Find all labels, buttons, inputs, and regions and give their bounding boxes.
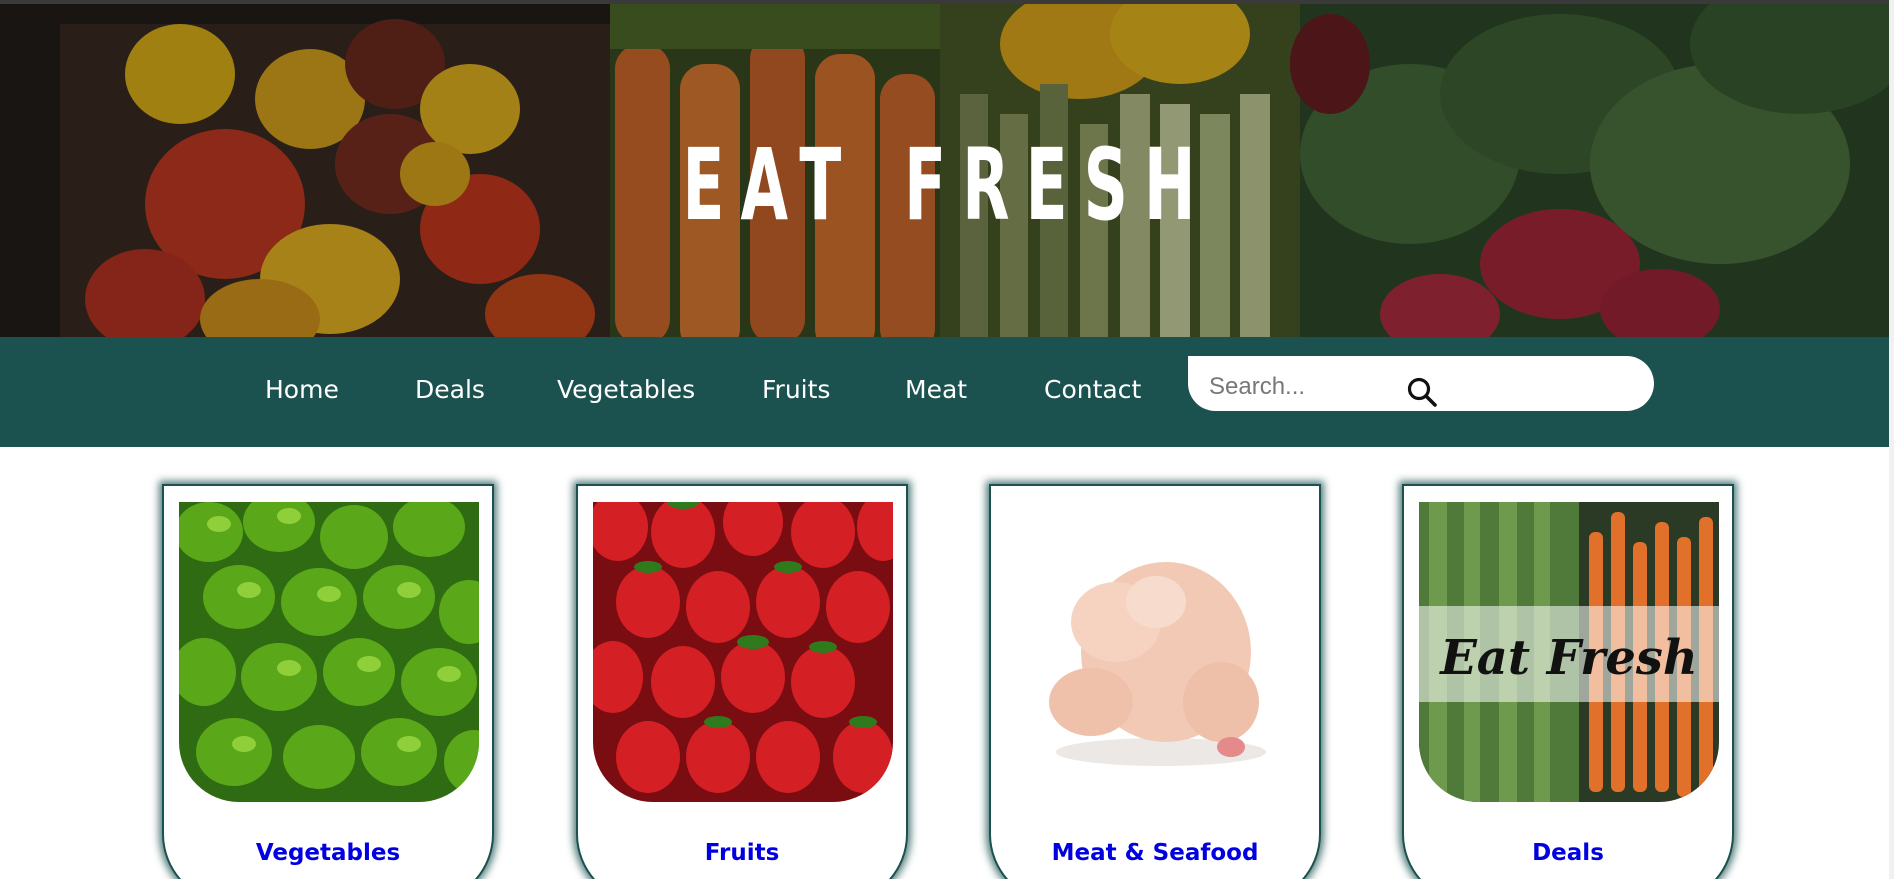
nav-link-home[interactable]: Home [265, 375, 339, 404]
hero-banner: Eat Fresh [0, 0, 1894, 337]
page: Eat Fresh Home Deals Vegetables Fruits M… [0, 0, 1894, 879]
nav-link-meat[interactable]: Meat [905, 375, 967, 404]
nav-link-deals[interactable]: Deals [415, 375, 485, 404]
deals-banner-text: Eat Fresh [1438, 630, 1698, 686]
eat-fresh-produce-image: Eat Fresh [1419, 502, 1719, 802]
card-label[interactable]: Deals [1404, 840, 1732, 866]
card-label[interactable]: Meat & Seafood [991, 840, 1319, 866]
search-icon[interactable] [1406, 376, 1438, 408]
card-label[interactable]: Fruits [578, 840, 906, 866]
main-navigation: Home Deals Vegetables Fruits Meat Contac… [0, 337, 1894, 447]
category-card-vegetables[interactable]: Vegetables [162, 484, 494, 879]
green-peppers-image [179, 502, 479, 802]
card-label[interactable]: Vegetables [164, 840, 492, 866]
nav-link-contact[interactable]: Contact [1044, 375, 1141, 404]
nav-link-vegetables[interactable]: Vegetables [557, 375, 695, 404]
category-card-fruits[interactable]: Fruits [576, 484, 908, 879]
strawberries-image [593, 502, 893, 802]
nav-link-fruits[interactable]: Fruits [762, 375, 830, 404]
search-input[interactable] [1207, 366, 1581, 408]
category-card-meat-seafood[interactable]: Meat & Seafood [989, 484, 1321, 879]
category-card-deals[interactable]: Eat Fresh Deals [1402, 484, 1734, 879]
raw-chicken-image [1006, 502, 1306, 802]
hero-title: Eat Fresh [682, 88, 1212, 253]
scrollbar[interactable] [1889, 0, 1894, 879]
